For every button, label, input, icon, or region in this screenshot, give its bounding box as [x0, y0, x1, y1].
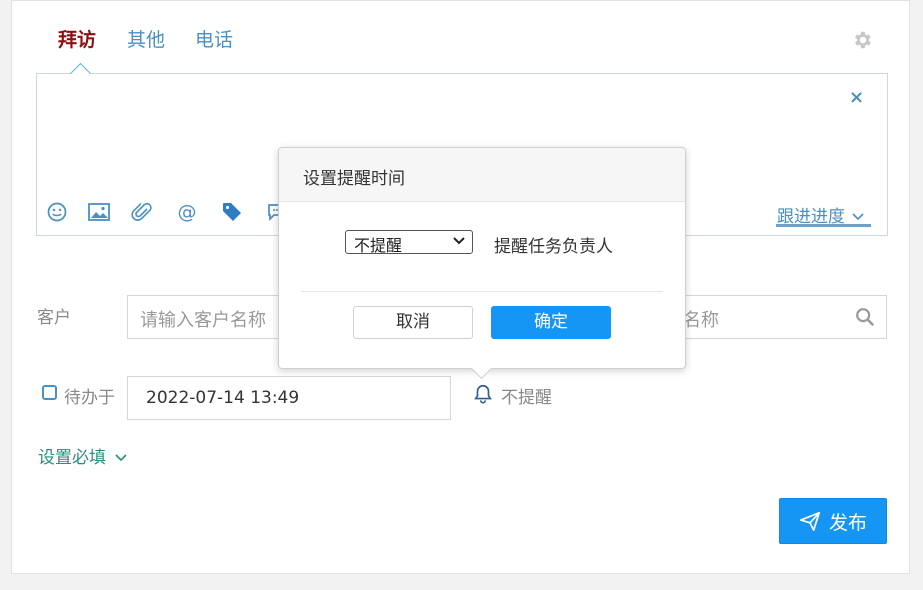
tab-other[interactable]: 其他: [127, 25, 165, 52]
todo-label: 待办于: [64, 388, 115, 408]
tab-phone[interactable]: 电话: [195, 25, 233, 52]
publish-label: 发布: [828, 511, 867, 534]
smile-icon[interactable]: [45, 200, 69, 224]
gear-icon[interactable]: [851, 29, 873, 51]
confirm-button[interactable]: 确定: [491, 306, 611, 339]
chevron-down-icon: [453, 237, 465, 245]
publish-button[interactable]: 发布: [779, 498, 887, 544]
tab-visit[interactable]: 拜访: [58, 25, 96, 52]
search-icon[interactable]: [854, 306, 876, 328]
progress-underline: [776, 224, 871, 227]
image-icon[interactable]: [87, 200, 111, 224]
set-required-toggle[interactable]: 设置必填: [38, 443, 127, 468]
reminder-select-value: 不提醒: [354, 236, 403, 255]
contact-placeholder: 名称: [683, 310, 719, 331]
close-icon[interactable]: ×: [849, 88, 864, 108]
cancel-button[interactable]: 取消: [353, 306, 473, 339]
tag-icon[interactable]: [220, 200, 244, 224]
svg-text:@: @: [178, 201, 197, 223]
reminder-select[interactable]: 不提醒: [345, 230, 473, 255]
paperclip-icon[interactable]: [130, 200, 154, 224]
todo-datetime-input[interactable]: 2022-07-14 13:49: [127, 376, 451, 420]
todo-datetime-value: 2022-07-14 13:49: [146, 388, 300, 408]
customer-placeholder: 请输入客户名称: [140, 310, 266, 331]
set-required-label: 设置必填: [38, 448, 106, 468]
todo-checkbox[interactable]: [42, 385, 57, 400]
remind-status[interactable]: 不提醒: [501, 383, 552, 408]
paper-plane-icon: [799, 511, 821, 532]
chevron-down-icon: [115, 454, 127, 462]
customer-label: 客户: [37, 308, 71, 328]
reminder-dialog: 设置提醒时间 不提醒 提醒任务负责人 取消 确定: [278, 147, 686, 380]
tab-bar: 拜访 其他 电话: [12, 1, 909, 73]
dialog-description: 提醒任务负责人: [494, 237, 613, 257]
at-icon[interactable]: @: [175, 200, 199, 224]
dialog-divider: [301, 291, 663, 292]
chevron-down-icon: [852, 213, 864, 221]
bell-icon[interactable]: [472, 382, 494, 406]
dialog-title: 设置提醒时间: [279, 148, 685, 202]
